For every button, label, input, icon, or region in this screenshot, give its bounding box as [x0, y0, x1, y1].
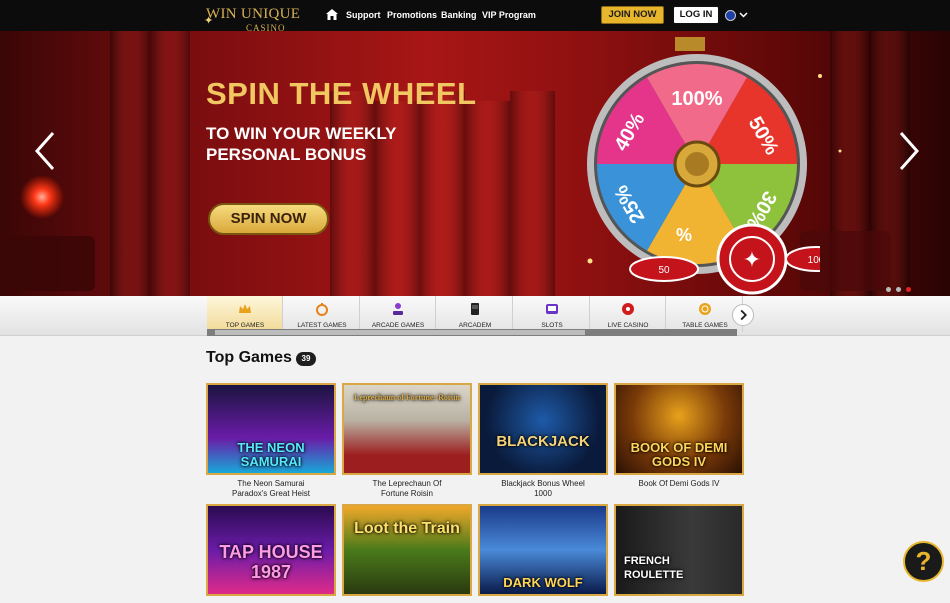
game-name[interactable]: The Neon Samurai Paradox's Great Heist: [206, 479, 336, 499]
game-tile-art-text: THE NEON SAMURAI: [237, 440, 305, 469]
game-name-line: Blackjack Bonus Wheel: [501, 479, 585, 488]
game-tile-loot-the-train[interactable]: Loot the Train: [342, 504, 472, 596]
game-tile-tap-house-1987[interactable]: TAP HOUSE 1987: [206, 504, 336, 596]
log-in-button[interactable]: LOG IN: [673, 6, 719, 24]
top-navbar: ✦ WIN UNIQUE CASINO Support Promotions B…: [0, 0, 950, 33]
hero-subtitle: TO WIN YOUR WEEKLY PERSONAL BONUS: [206, 123, 397, 165]
game-tile-art-text: BLACKJACK: [496, 433, 590, 450]
game-name[interactable]: The Leprechaun Of Fortune Roisin: [342, 479, 472, 499]
category-scrollbar[interactable]: [207, 329, 737, 336]
home-icon[interactable]: [326, 9, 338, 20]
roulette-icon: [622, 303, 634, 315]
top-games-heading: Top Games: [206, 349, 292, 366]
game-tile-art-text: FRENCH ROULETTE: [624, 555, 684, 581]
game-tile-book-of-demi-gods[interactable]: BOOK OF DEMI GODS IV: [614, 383, 744, 475]
wheel-segment-100: 100%: [671, 88, 722, 110]
carousel-dot[interactable]: [896, 287, 901, 292]
category-label: TOP GAMES: [225, 322, 265, 329]
join-now-button[interactable]: JOIN NOW: [601, 6, 664, 24]
game-name-line: 1000: [534, 489, 552, 498]
chip-100-label: 100: [808, 255, 820, 266]
chip-star-icon: ✦: [743, 247, 761, 272]
game-name-line: Fortune Roisin: [380, 489, 434, 498]
game-name-line: Book Of Demi Gods IV: [638, 479, 720, 488]
nav-banking-link[interactable]: Banking: [441, 10, 477, 20]
crown-icon: [239, 304, 251, 313]
game-tile-dark-wolf[interactable]: DARK WOLF: [478, 504, 608, 596]
game-tile-art-text: BOOK OF DEMI GODS IV: [630, 440, 728, 469]
hero-banner: SPIN THE WHEEL TO WIN YOUR WEEKLY PERSON…: [0, 31, 950, 296]
category-label: ARCADEM: [458, 322, 492, 329]
stopwatch-icon: [316, 303, 328, 316]
nav-promotions-link[interactable]: Promotions: [387, 10, 437, 20]
hero-title: SPIN THE WHEEL: [206, 76, 477, 111]
nav-vip-program-link[interactable]: VIP Program: [482, 10, 536, 20]
scrollbar-thumb[interactable]: [215, 330, 585, 335]
chip-50-label: 50: [658, 265, 670, 276]
wheel-segment-partial: %: [676, 225, 692, 245]
category-top-games[interactable]: TOP GAMES: [207, 296, 283, 332]
arcade-cabinet-icon: [471, 303, 479, 315]
game-tile-art-text: DARK WOLF: [503, 575, 583, 590]
chevron-down-icon[interactable]: [739, 10, 748, 19]
category-label: LATEST GAMES: [297, 322, 347, 329]
game-name[interactable]: Blackjack Bonus Wheel 1000: [478, 479, 608, 499]
hero-subtitle-line1: TO WIN YOUR WEEKLY: [206, 124, 397, 143]
category-next-arrow-icon[interactable]: [732, 304, 754, 326]
category-arcadem[interactable]: ARCADEM: [437, 296, 513, 332]
game-tile-leprechaun-roisin[interactable]: Leprechaun of Fortune: Roisin: [342, 383, 472, 475]
joystick-icon: [393, 303, 403, 315]
category-label: TABLE GAMES: [682, 322, 728, 329]
game-tile-blackjack-bonus-wheel[interactable]: BLACKJACK: [478, 383, 608, 475]
category-label: SLOTS: [541, 322, 563, 329]
game-tile-art-text: Leprechaun of Fortune: Roisin: [354, 393, 460, 402]
logo-text: WIN UNIQUE: [206, 6, 301, 22]
game-tile-french-roulette[interactable]: FRENCH ROULETTE: [614, 504, 744, 596]
nav-support-link[interactable]: Support: [346, 10, 381, 20]
game-tile-art-text: TAP HOUSE 1987: [219, 542, 323, 582]
games-count-badge: 39: [296, 352, 316, 366]
category-label: ARCADE GAMES: [371, 322, 425, 329]
slot-machine-icon: [546, 304, 558, 314]
hero-subtitle-line2: PERSONAL BONUS: [206, 145, 367, 164]
chip-icon: [699, 303, 711, 315]
game-name-line: The Neon Samurai: [237, 479, 305, 488]
spin-now-button[interactable]: SPIN NOW: [208, 203, 329, 235]
category-live-casino[interactable]: LIVE CASINO: [590, 296, 666, 332]
carousel-next-arrow-icon[interactable]: [898, 131, 920, 171]
australia-flag-icon[interactable]: [725, 10, 736, 21]
carousel-dot[interactable]: [886, 287, 891, 292]
carousel-prev-arrow-icon[interactable]: [34, 131, 56, 171]
category-arcade-games[interactable]: ARCADE GAMES: [360, 296, 436, 332]
help-chat-button[interactable]: ?: [903, 541, 944, 582]
game-name-line: Paradox's Great Heist: [231, 489, 310, 498]
prize-wheel: 100% 50% 30% % 25% 40% 50 ✦ 100: [587, 37, 820, 295]
category-label: LIVE CASINO: [607, 322, 649, 329]
game-tile-art-text: Loot the Train: [354, 520, 460, 537]
game-tile-neon-samurai[interactable]: THE NEON SAMURAI: [206, 383, 336, 475]
category-latest-games[interactable]: LATEST GAMES: [284, 296, 360, 332]
category-slots[interactable]: SLOTS: [514, 296, 590, 332]
game-name-line: The Leprechaun Of: [372, 479, 442, 488]
game-name[interactable]: Book Of Demi Gods IV: [614, 479, 744, 489]
carousel-dot-active[interactable]: [906, 287, 911, 292]
